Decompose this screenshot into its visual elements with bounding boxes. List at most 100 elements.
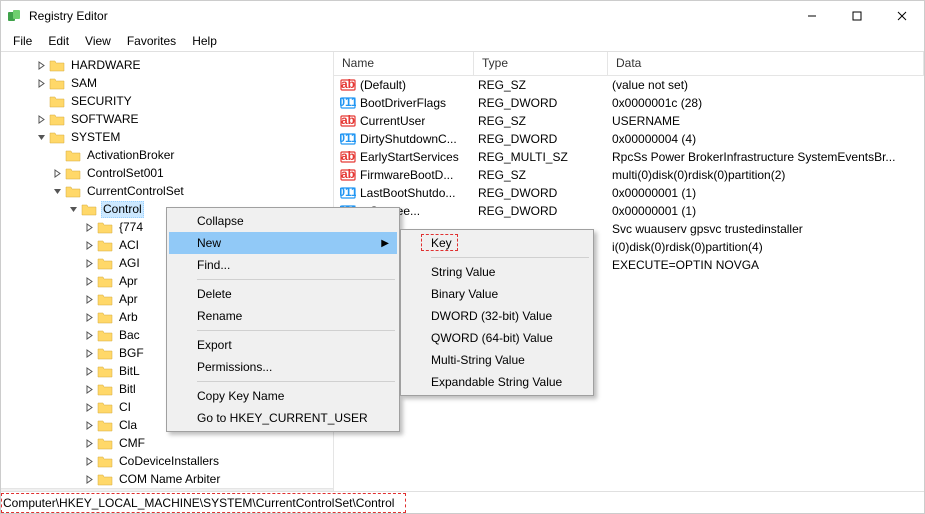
expander-icon[interactable] <box>49 147 65 163</box>
tree-item[interactable]: SYSTEM <box>1 128 333 146</box>
ctx-sep <box>197 381 395 382</box>
col-name[interactable]: Name <box>334 52 474 75</box>
expander-icon[interactable] <box>81 417 97 433</box>
expander-icon[interactable] <box>81 471 97 487</box>
ctx-new-binary[interactable]: Binary Value <box>403 283 591 305</box>
expander-icon[interactable] <box>33 93 49 109</box>
svg-text:ab: ab <box>341 113 355 127</box>
expander-icon[interactable] <box>65 201 81 217</box>
menubar: File Edit View Favorites Help <box>1 31 924 51</box>
tree-item[interactable]: CoDeviceInstallers <box>1 452 333 470</box>
list-row[interactable]: 011otSuccee...REG_DWORD0x00000001 (1) <box>334 202 924 220</box>
tree-item[interactable]: COM Name Arbiter <box>1 470 333 488</box>
list-row[interactable]: ab EarlyStartServices REG_MULTI_SZRpcSs Po… <box>334 148 924 166</box>
ctx-new-key[interactable]: Key <box>403 232 591 254</box>
ctx-copykeyname[interactable]: Copy Key Name <box>169 385 397 407</box>
ctx-new[interactable]: New▶ <box>169 232 397 254</box>
tree-item[interactable]: SAM <box>1 74 333 92</box>
expander-icon[interactable] <box>33 129 49 145</box>
ctx-new-dword[interactable]: DWORD (32-bit) Value <box>403 305 591 327</box>
col-data[interactable]: Data <box>608 52 924 75</box>
expander-icon[interactable] <box>81 363 97 379</box>
expander-icon[interactable] <box>81 237 97 253</box>
tree-item[interactable]: HARDWARE <box>1 56 333 74</box>
list-row[interactable]: ab (Default) REG_SZ(value not set) <box>334 76 924 94</box>
expander-icon[interactable] <box>81 309 97 325</box>
list-row[interactable]: abCurrentUserREG_SZUSERNAME <box>334 112 924 130</box>
tree-item[interactable]: SECURITY <box>1 92 333 110</box>
ctx-permissions[interactable]: Permissions... <box>169 356 397 378</box>
tree-scroll-thumb[interactable] <box>18 491 227 492</box>
expander-icon[interactable] <box>81 345 97 361</box>
status-path: Computer\HKEY_LOCAL_MACHINE\SYSTEM\Curre… <box>3 496 394 510</box>
window-controls <box>789 1 924 31</box>
titlebar: Registry Editor <box>1 1 924 31</box>
col-type[interactable]: Type <box>474 52 608 75</box>
menu-file[interactable]: File <box>5 32 40 50</box>
expander-icon[interactable] <box>33 75 49 91</box>
context-submenu-new: Key String Value Binary Value DWORD (32-… <box>400 229 594 396</box>
tree-item[interactable]: CMF <box>1 434 333 452</box>
expander-icon[interactable] <box>81 327 97 343</box>
list-row[interactable]: 011DirtyShutdownC...REG_DWORD0x00000004 … <box>334 130 924 148</box>
tree-label: Control <box>101 201 144 218</box>
value-data: USERNAME <box>608 114 924 128</box>
list-header: Name Type Data <box>334 52 924 76</box>
tree-label: HARDWARE <box>69 58 143 72</box>
ctx-new-multistring[interactable]: Multi-String Value <box>403 349 591 371</box>
tree-label: AGI <box>117 256 142 270</box>
minimize-button[interactable] <box>789 1 834 31</box>
ctx-find[interactable]: Find... <box>169 254 397 276</box>
menu-help[interactable]: Help <box>184 32 225 50</box>
tree-label: SYSTEM <box>69 130 122 144</box>
tree-item[interactable]: ControlSet001 <box>1 164 333 182</box>
expander-icon[interactable] <box>81 381 97 397</box>
ctx-delete[interactable]: Delete <box>169 283 397 305</box>
value-data: Svc wuauserv gpsvc trustedinstaller <box>608 222 924 236</box>
value-type: REG_MULTI_SZ <box>474 150 608 164</box>
expander-icon[interactable] <box>81 273 97 289</box>
value-icon: ab <box>340 113 356 129</box>
value-data: (value not set) <box>608 78 924 92</box>
maximize-button[interactable] <box>834 1 879 31</box>
value-name: (Default) <box>360 78 406 92</box>
expander-icon[interactable] <box>33 111 49 127</box>
expander-icon[interactable] <box>81 399 97 415</box>
menu-edit[interactable]: Edit <box>40 32 77 50</box>
ctx-goto[interactable]: Go to HKEY_CURRENT_USER <box>169 407 397 429</box>
tree-item[interactable]: SOFTWARE <box>1 110 333 128</box>
expander-icon[interactable] <box>81 255 97 271</box>
window-title: Registry Editor <box>29 9 789 23</box>
ctx-new-string[interactable]: String Value <box>403 261 591 283</box>
ctx-rename[interactable]: Rename <box>169 305 397 327</box>
svg-text:ab: ab <box>341 149 355 163</box>
list-row[interactable]: 011LastBootShutdo...REG_DWORD0x00000001 … <box>334 184 924 202</box>
expander-icon[interactable] <box>81 291 97 307</box>
expander-icon[interactable] <box>33 57 49 73</box>
expander-icon[interactable] <box>81 453 97 469</box>
expander-icon[interactable] <box>81 435 97 451</box>
tree-item[interactable]: ActivationBroker <box>1 146 333 164</box>
tree-label: SECURITY <box>69 94 134 108</box>
close-button[interactable] <box>879 1 924 31</box>
tree-item[interactable]: CurrentControlSet <box>1 182 333 200</box>
value-type: REG_SZ <box>474 168 608 182</box>
expander-icon[interactable] <box>49 183 65 199</box>
ctx-new-expandstring[interactable]: Expandable String Value <box>403 371 591 393</box>
value-data: RpcSs Power BrokerInfrastructure SystemE… <box>608 150 924 164</box>
ctx-new-qword[interactable]: QWORD (64-bit) Value <box>403 327 591 349</box>
list-row[interactable]: abFirmwareBootD...REG_SZmulti(0)disk(0)r… <box>334 166 924 184</box>
menu-view[interactable]: View <box>77 32 119 50</box>
scroll-left-icon[interactable]: ◄ <box>3 491 18 492</box>
expander-icon[interactable] <box>81 219 97 235</box>
value-name: EarlyStartServices <box>360 150 459 164</box>
ctx-export[interactable]: Export <box>169 334 397 356</box>
value-type: REG_SZ <box>474 78 608 92</box>
scroll-right-icon[interactable]: ► <box>316 491 331 492</box>
ctx-collapse[interactable]: Collapse <box>169 210 397 232</box>
value-icon: ab <box>340 77 356 93</box>
menu-favorites[interactable]: Favorites <box>119 32 184 50</box>
list-row[interactable]: 011BootDriverFlagsREG_DWORD0x0000001c (2… <box>334 94 924 112</box>
expander-icon[interactable] <box>49 165 65 181</box>
tree-hscrollbar[interactable]: ◄ ► <box>1 488 333 491</box>
